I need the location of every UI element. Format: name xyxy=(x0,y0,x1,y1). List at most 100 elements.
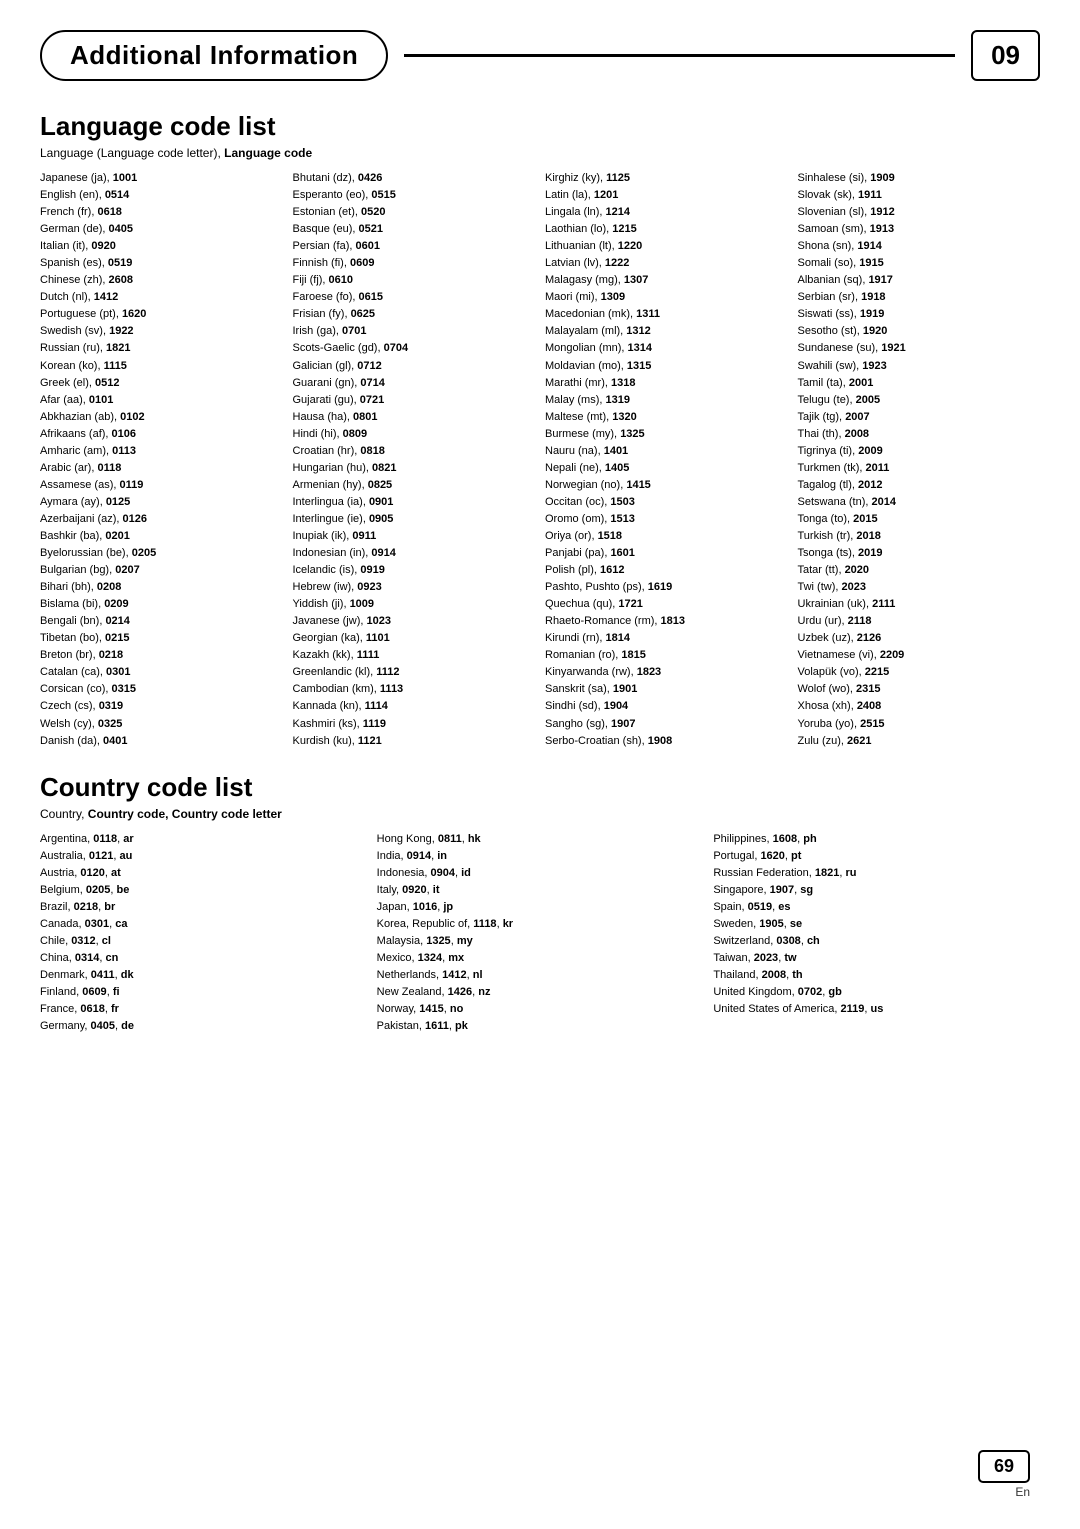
country-entry: Korea, Republic of, 1118, kr xyxy=(377,916,704,933)
language-entry: Panjabi (pa), 1601 xyxy=(545,545,788,562)
language-entry: Malagasy (mg), 1307 xyxy=(545,272,788,289)
language-entry: Catalan (ca), 0301 xyxy=(40,664,283,681)
language-entry: Serbian (sr), 1918 xyxy=(798,289,1041,306)
language-entry: Tonga (to), 2015 xyxy=(798,511,1041,528)
country-entry: China, 0314, cn xyxy=(40,950,367,967)
country-columns: Argentina, 0118, arAustralia, 0121, auAu… xyxy=(40,831,1040,1036)
language-entry: Tajik (tg), 2007 xyxy=(798,409,1041,426)
language-entry: Polish (pl), 1612 xyxy=(545,562,788,579)
country-col-1: Hong Kong, 0811, hkIndia, 0914, inIndone… xyxy=(377,831,714,1036)
language-entry: Serbo-Croatian (sh), 1908 xyxy=(545,733,788,750)
language-entry: Czech (cs), 0319 xyxy=(40,698,283,715)
language-entry: Somali (so), 1915 xyxy=(798,255,1041,272)
language-entry: Wolof (wo), 2315 xyxy=(798,681,1041,698)
language-entry: Tsonga (ts), 2019 xyxy=(798,545,1041,562)
language-entry: Kannada (kn), 1114 xyxy=(293,698,536,715)
country-entry: Belgium, 0205, be xyxy=(40,882,367,899)
country-entry: Italy, 0920, it xyxy=(377,882,704,899)
language-entry: Sanskrit (sa), 1901 xyxy=(545,681,788,698)
country-entry: Thailand, 2008, th xyxy=(713,967,1040,984)
language-entry: Bislama (bi), 0209 xyxy=(40,596,283,613)
language-entry: Yiddish (ji), 1009 xyxy=(293,596,536,613)
language-subtitle-bold: Language code xyxy=(224,146,312,160)
country-entry: Finland, 0609, fi xyxy=(40,984,367,1001)
country-entry: Australia, 0121, au xyxy=(40,848,367,865)
page-header: Additional Information 09 xyxy=(40,30,1040,81)
language-entry: Gujarati (gu), 0721 xyxy=(293,392,536,409)
country-entry: Argentina, 0118, ar xyxy=(40,831,367,848)
language-entry: Italian (it), 0920 xyxy=(40,238,283,255)
language-section: Language code list Language (Language co… xyxy=(40,111,1040,750)
language-entry: Hausa (ha), 0801 xyxy=(293,409,536,426)
country-entry: Canada, 0301, ca xyxy=(40,916,367,933)
language-entry: Cambodian (km), 1113 xyxy=(293,681,536,698)
country-entry: Portugal, 1620, pt xyxy=(713,848,1040,865)
language-entry: Telugu (te), 2005 xyxy=(798,392,1041,409)
language-entry: Maltese (mt), 1320 xyxy=(545,409,788,426)
language-entry: Hindi (hi), 0809 xyxy=(293,426,536,443)
language-entry: Kinyarwanda (rw), 1823 xyxy=(545,664,788,681)
language-entry: Kirundi (rn), 1814 xyxy=(545,630,788,647)
language-entry: Korean (ko), 1115 xyxy=(40,358,283,375)
language-entry: Chinese (zh), 2608 xyxy=(40,272,283,289)
language-entry: Basque (eu), 0521 xyxy=(293,221,536,238)
language-entry: Scots-Gaelic (gd), 0704 xyxy=(293,340,536,357)
page: Additional Information 09 Language code … xyxy=(0,0,1080,1529)
country-entry: Switzerland, 0308, ch xyxy=(713,933,1040,950)
country-entry: Germany, 0405, de xyxy=(40,1018,367,1035)
country-entry: Norway, 1415, no xyxy=(377,1001,704,1018)
language-entry: Urdu (ur), 2118 xyxy=(798,613,1041,630)
country-section-title: Country code list xyxy=(40,772,1040,803)
country-entry: Chile, 0312, cl xyxy=(40,933,367,950)
language-entry: Mongolian (mn), 1314 xyxy=(545,340,788,357)
language-entry: Twi (tw), 2023 xyxy=(798,579,1041,596)
language-entry: Turkish (tr), 2018 xyxy=(798,528,1041,545)
language-entry: Ukrainian (uk), 2111 xyxy=(798,596,1041,613)
language-entry: Kazakh (kk), 1111 xyxy=(293,647,536,664)
language-entry: Armenian (hy), 0825 xyxy=(293,477,536,494)
country-col-2: Philippines, 1608, phPortugal, 1620, ptR… xyxy=(713,831,1040,1036)
country-entry: Denmark, 0411, dk xyxy=(40,967,367,984)
language-entry: Fiji (fj), 0610 xyxy=(293,272,536,289)
language-col-0: Japanese (ja), 1001English (en), 0514Fre… xyxy=(40,170,293,750)
language-entry: Welsh (cy), 0325 xyxy=(40,716,283,733)
language-entry: Norwegian (no), 1415 xyxy=(545,477,788,494)
language-entry: Icelandic (is), 0919 xyxy=(293,562,536,579)
country-entry: Austria, 0120, at xyxy=(40,865,367,882)
language-entry: Burmese (my), 1325 xyxy=(545,426,788,443)
footer-lang: En xyxy=(1015,1485,1030,1499)
language-entry: Irish (ga), 0701 xyxy=(293,323,536,340)
language-entry: Zulu (zu), 2621 xyxy=(798,733,1041,750)
language-entry: Tigrinya (ti), 2009 xyxy=(798,443,1041,460)
country-entry: Netherlands, 1412, nl xyxy=(377,967,704,984)
language-entry: Kurdish (ku), 1121 xyxy=(293,733,536,750)
language-entry: Galician (gl), 0712 xyxy=(293,358,536,375)
language-entry: Russian (ru), 1821 xyxy=(40,340,283,357)
country-subtitle-plain: Country, xyxy=(40,807,88,821)
language-entry: Frisian (fy), 0625 xyxy=(293,306,536,323)
language-entry: Greenlandic (kl), 1112 xyxy=(293,664,536,681)
language-entry: Kirghiz (ky), 1125 xyxy=(545,170,788,187)
language-entry: Georgian (ka), 1101 xyxy=(293,630,536,647)
language-entry: Occitan (oc), 1503 xyxy=(545,494,788,511)
language-col-1: Bhutani (dz), 0426Esperanto (eo), 0515Es… xyxy=(293,170,546,750)
country-entry: Russian Federation, 1821, ru xyxy=(713,865,1040,882)
language-entry: Quechua (qu), 1721 xyxy=(545,596,788,613)
language-entry: Malayalam (ml), 1312 xyxy=(545,323,788,340)
country-entry: India, 0914, in xyxy=(377,848,704,865)
footer: 69 En xyxy=(978,1450,1030,1499)
language-entry: Arabic (ar), 0118 xyxy=(40,460,283,477)
language-col-3: Sinhalese (si), 1909Slovak (sk), 1911Slo… xyxy=(798,170,1041,750)
language-entry: Sundanese (su), 1921 xyxy=(798,340,1041,357)
language-entry: Laothian (lo), 1215 xyxy=(545,221,788,238)
language-entry: Aymara (ay), 0125 xyxy=(40,494,283,511)
language-entry: Faroese (fo), 0615 xyxy=(293,289,536,306)
country-entry: Mexico, 1324, mx xyxy=(377,950,704,967)
country-entry: Japan, 1016, jp xyxy=(377,899,704,916)
language-entry: Afar (aa), 0101 xyxy=(40,392,283,409)
language-entry: Oromo (om), 1513 xyxy=(545,511,788,528)
language-entry: Hungarian (hu), 0821 xyxy=(293,460,536,477)
language-entry: Croatian (hr), 0818 xyxy=(293,443,536,460)
country-entry: Malaysia, 1325, my xyxy=(377,933,704,950)
language-entry: Vietnamese (vi), 2209 xyxy=(798,647,1041,664)
